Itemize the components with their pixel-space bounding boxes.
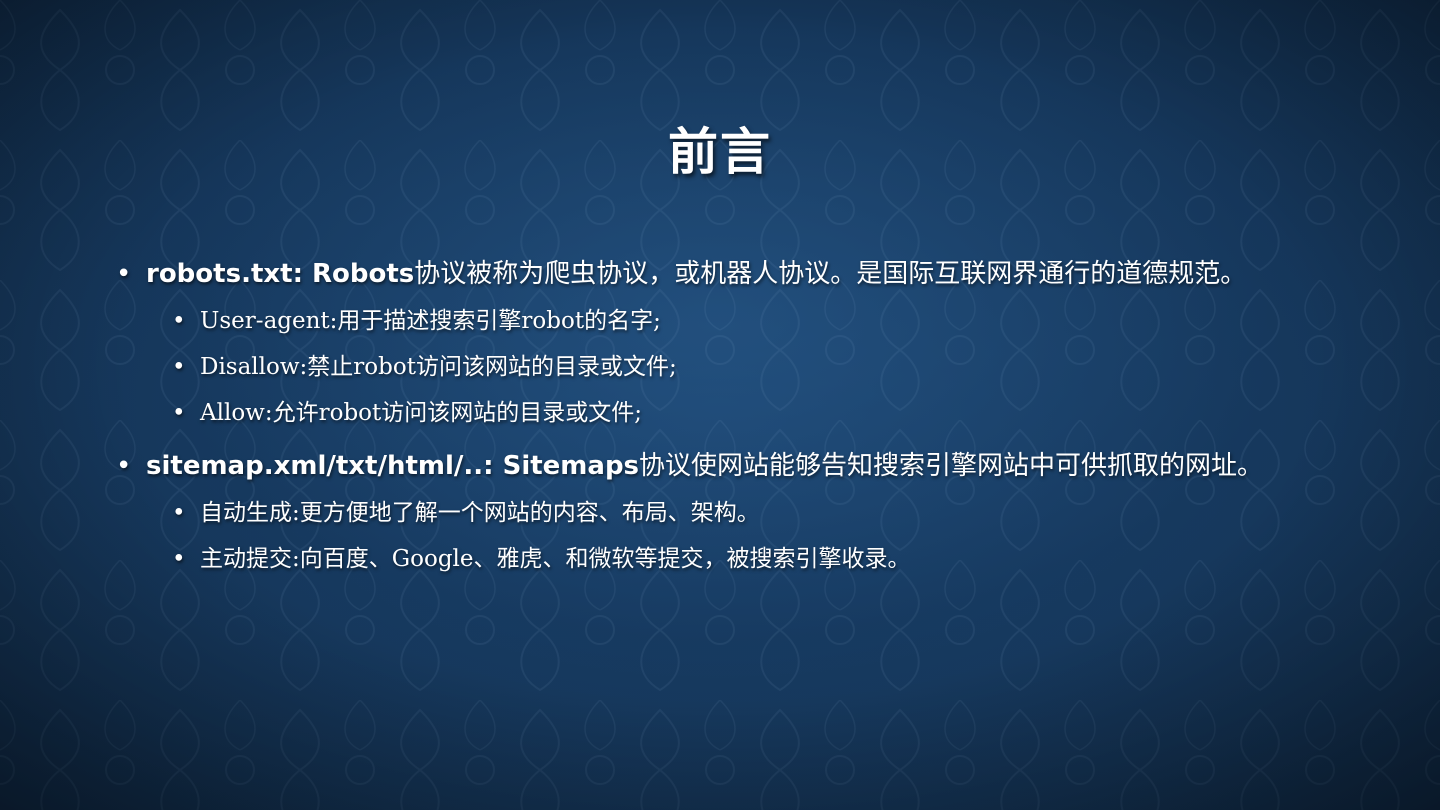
bullet-item-sitemap: • sitemap.xml/txt/html/..: Sitemaps 协议使网站… xyxy=(116,442,1406,490)
bullet-list: • robots.txt: Robots 协议被称为爬虫协议，或机器人协议。是国际… xyxy=(116,250,1406,582)
bullet-text-robots: 协议被称为爬虫协议，或机器人协议。是国际互联网界通行的道德规范。 xyxy=(414,259,1247,289)
bullet-item-robots: • robots.txt: Robots 协议被称为爬虫协议，或机器人协议。是国际… xyxy=(116,250,1406,298)
sub-bullet-item: • Disallow:禁止robot访问该网站的目录或文件; xyxy=(172,344,1406,390)
bullet-dot-icon: • xyxy=(172,308,186,334)
sub-bullet-item: • 主动提交:向百度、Google、雅虎、和微软等提交，被搜索引擎收录。 xyxy=(172,536,1406,582)
bullet-dot-icon: • xyxy=(172,400,186,426)
bullet-dot-icon: • xyxy=(116,259,132,289)
sub-bullet-text: Disallow:禁止robot访问该网站的目录或文件; xyxy=(200,354,677,380)
sub-bullet-text: 主动提交:向百度、Google、雅虎、和微软等提交，被搜索引擎收录。 xyxy=(200,546,911,572)
bullet-dot-icon: • xyxy=(172,500,186,526)
bullet-dot-icon: • xyxy=(116,451,132,481)
bullet-lead-sitemap: sitemap.xml/txt/html/..: Sitemaps xyxy=(146,451,640,481)
sub-bullet-item: • Allow:允许robot访问该网站的目录或文件; xyxy=(172,390,1406,436)
sub-bullet-item: • 自动生成:更方便地了解一个网站的内容、布局、架构。 xyxy=(172,490,1406,536)
sub-bullet-text: Allow:允许robot访问该网站的目录或文件; xyxy=(200,400,643,426)
sub-bullet-item: • User-agent:用于描述搜索引擎robot的名字; xyxy=(172,298,1406,344)
sub-bullet-text: User-agent:用于描述搜索引擎robot的名字; xyxy=(200,308,661,334)
slide: 前言 • robots.txt: Robots 协议被称为爬虫协议，或机器人协议。… xyxy=(0,0,1440,810)
slide-title: 前言 xyxy=(668,123,772,181)
bullet-lead-robots: robots.txt: Robots xyxy=(146,259,415,289)
bullet-text-sitemap: 协议使网站能够告知搜索引擎网站中可供抓取的网址。 xyxy=(639,451,1264,481)
bullet-dot-icon: • xyxy=(172,354,186,380)
sub-bullet-text: 自动生成:更方便地了解一个网站的内容、布局、架构。 xyxy=(200,500,760,526)
bullet-dot-icon: • xyxy=(172,546,186,572)
